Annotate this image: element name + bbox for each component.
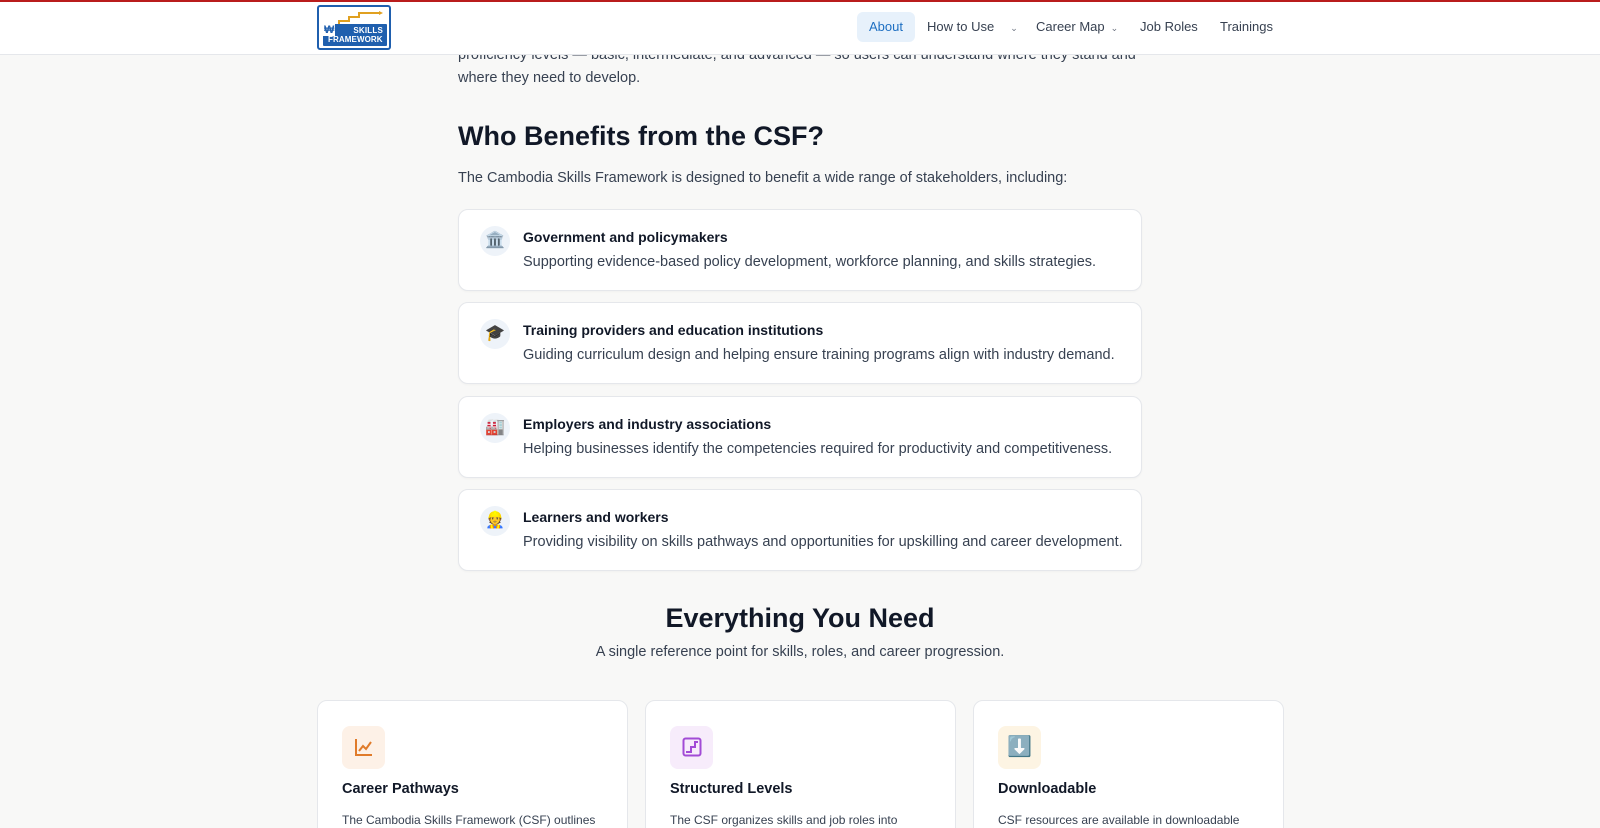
feature-description: The CSF organizes skills and job roles i… (670, 813, 898, 827)
feature-title: Career Pathways (342, 781, 459, 797)
benefit-description: Helping businesses identify the competen… (523, 441, 1113, 457)
benefit-description: Providing visibility on skills pathways … (523, 534, 1123, 550)
worker-icon: 👷 (480, 506, 510, 536)
stairs-icon (670, 726, 713, 769)
nav-about[interactable]: About (857, 12, 915, 42)
factory-icon: 🏭 (480, 413, 510, 443)
chevron-down-icon: ⌄ (1010, 23, 1018, 33)
top-accent-line (0, 0, 1600, 2)
nav-job-roles-label: Job Roles (1140, 19, 1198, 34)
download-icon: ⬇️ (998, 726, 1041, 769)
nav-how-to-use-label: How to Use (927, 19, 995, 34)
feature-card-career-pathways[interactable]: Career Pathways The Cambodia Skills Fram… (317, 700, 628, 828)
everything-you-need-subtitle: A single reference point for skills, rol… (595, 644, 1005, 660)
government-building-icon: 🏛️ (480, 226, 510, 256)
feature-card-structured-levels[interactable]: Structured Levels The CSF organizes skil… (645, 700, 956, 828)
feature-title: Downloadable (998, 781, 1097, 797)
logo-text-framework: FRAMEWORK (328, 35, 383, 44)
benefit-description: Guiding curriculum design and helping en… (523, 347, 1115, 363)
who-benefits-lead: The Cambodia Skills Framework is designe… (458, 170, 1068, 186)
benefit-title: Government and policymakers (523, 229, 728, 245)
benefit-title: Training providers and education institu… (523, 322, 824, 338)
logo-text-skills: SKILLS (353, 26, 383, 35)
nav-trainings-label: Trainings (1220, 19, 1273, 34)
benefit-card-employers: 🏭 Employers and industry associations He… (458, 396, 1142, 478)
chevron-down-icon: ⌄ (1110, 23, 1119, 33)
feature-description: The Cambodia Skills Framework (CSF) outl… (342, 813, 596, 827)
feature-description: CSF resources are available in downloada… (998, 813, 1240, 827)
benefit-title: Learners and workers (523, 509, 669, 525)
graduation-cap-icon: 🎓 (480, 319, 510, 349)
feature-title: Structured Levels (670, 781, 793, 797)
nav-job-roles[interactable]: Job Roles (1140, 12, 1198, 42)
who-benefits-heading: Who Benefits from the CSF? (458, 121, 824, 151)
nav-career-map-label: Career Map (1036, 19, 1105, 34)
benefit-description: Supporting evidence-based policy develop… (523, 254, 1097, 270)
benefit-card-learners: 👷 Learners and workers Providing visibil… (458, 489, 1142, 571)
chart-line-icon (342, 726, 385, 769)
site-header: ₩ SKILLS FRAMEWORK About How to Use ⌄ Car… (0, 0, 1600, 55)
nav-trainings[interactable]: Trainings (1220, 12, 1273, 42)
everything-you-need-heading: Everything You Need (665, 603, 935, 633)
nav-career-map[interactable]: Career Map ⌄ (1036, 12, 1118, 42)
nav-how-to-use[interactable]: How to Use ⌄ (927, 12, 1018, 42)
skills-framework-logo[interactable]: ₩ SKILLS FRAMEWORK (317, 5, 391, 50)
benefit-card-training-providers: 🎓 Training providers and education insti… (458, 302, 1142, 384)
feature-card-downloadable[interactable]: ⬇️ Downloadable CSF resources are availa… (973, 700, 1284, 828)
benefit-card-government: 🏛️ Government and policymakers Supportin… (458, 209, 1142, 291)
benefit-title: Employers and industry associations (523, 416, 772, 432)
nav-about-label: About (869, 19, 903, 34)
